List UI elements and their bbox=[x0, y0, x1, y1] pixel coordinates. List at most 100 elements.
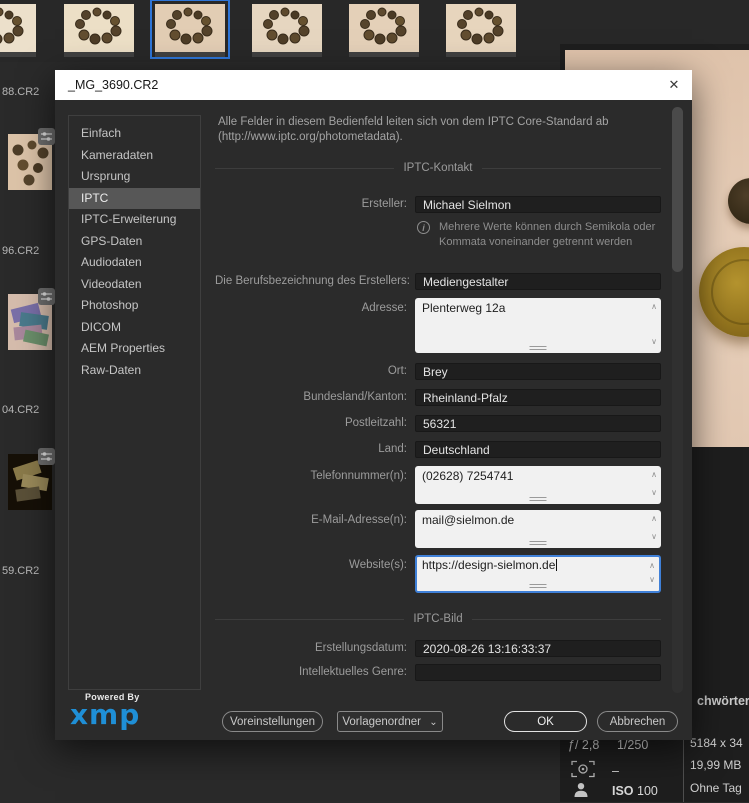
file-name: 96.CR2 bbox=[2, 245, 40, 257]
nav-item-iptc-erweiterung[interactable]: IPTC-Erweiterung bbox=[69, 209, 200, 231]
nav-item-aem-properties[interactable]: AEM Properties bbox=[69, 338, 200, 360]
ok-button[interactable]: OK bbox=[504, 711, 587, 732]
city-input[interactable] bbox=[415, 363, 661, 380]
dialog-titlebar: _MG_3690.CR2 ✕ bbox=[55, 70, 692, 100]
resize-grip[interactable] bbox=[529, 541, 547, 545]
metering-icon bbox=[571, 760, 595, 783]
city-label: Ort: bbox=[387, 365, 407, 377]
focus-value: – bbox=[612, 764, 619, 778]
xmp-logo: Powered By xmp bbox=[70, 692, 160, 731]
dialog-title: _MG_3690.CR2 bbox=[68, 78, 159, 92]
job-title-input[interactable] bbox=[415, 273, 661, 290]
country-input[interactable] bbox=[415, 441, 661, 458]
nav-item-raw-daten[interactable]: Raw-Daten bbox=[69, 360, 200, 382]
section-header-image: IPTC-Bild bbox=[215, 613, 661, 625]
nav-item-dicom[interactable]: DICOM bbox=[69, 317, 200, 339]
address-label: Adresse: bbox=[361, 302, 407, 314]
file-info-dialog: _MG_3690.CR2 ✕ Einfach Kameradaten Urspr… bbox=[55, 70, 692, 740]
nav-item-videodaten[interactable]: Videodaten bbox=[69, 274, 200, 296]
nav-item-iptc[interactable]: IPTC bbox=[69, 187, 200, 209]
file-size: 19,99 MB bbox=[690, 758, 742, 772]
section-title: IPTC-Bild bbox=[413, 613, 463, 625]
rail-thumbnail[interactable] bbox=[8, 128, 55, 190]
nav-item-audiodaten[interactable]: Audiodaten bbox=[69, 252, 200, 274]
postal-code-label: Postleitzahl: bbox=[344, 417, 407, 429]
filmstrip-thumbnail-selected[interactable] bbox=[150, 0, 230, 59]
shutter-value: 1/250 bbox=[617, 738, 649, 752]
scroll-up-icon[interactable]: ∧ bbox=[651, 512, 657, 526]
state-input[interactable] bbox=[415, 389, 661, 406]
tag-status: Ohne Tag bbox=[690, 781, 742, 795]
creation-date-input[interactable] bbox=[415, 640, 661, 657]
website-value: https://design-sielmon.de bbox=[422, 558, 556, 572]
email-textarea[interactable]: mail@sielmon.de ∧ ∨ bbox=[415, 510, 661, 548]
template-folder-label: Vorlagenordner bbox=[342, 715, 422, 728]
phone-value: (02628) 7254741 bbox=[422, 469, 514, 483]
address-textarea[interactable]: Plenterweg 12a ∧ ∨ bbox=[415, 298, 661, 353]
scroll-down-icon[interactable]: ∨ bbox=[651, 530, 657, 544]
close-icon[interactable]: ✕ bbox=[665, 76, 683, 94]
content-rail: 88.CR2 96.CR2 04.CR2 59.CR2 bbox=[0, 62, 56, 802]
rail-thumbnail[interactable] bbox=[8, 288, 55, 350]
nav-item-einfach[interactable]: Einfach bbox=[69, 123, 200, 145]
scrollbar-thumb[interactable] bbox=[672, 107, 683, 272]
filmstrip-thumbnail[interactable] bbox=[0, 4, 36, 57]
filmstrip-thumbnail[interactable] bbox=[349, 4, 419, 57]
file-name: 04.CR2 bbox=[2, 404, 40, 416]
resize-grip[interactable] bbox=[529, 346, 547, 350]
template-folder-dropdown[interactable]: Vorlagenordner ⌄ bbox=[337, 711, 443, 732]
nav-item-kameradaten[interactable]: Kameradaten bbox=[69, 145, 200, 167]
keywords-panel-header: chwörter bbox=[697, 694, 749, 708]
job-title-label: Die Berufsbezeichnung des Erstellers: bbox=[215, 275, 410, 287]
phone-label: Telefonnummer(n): bbox=[310, 470, 407, 482]
filmstrip-thumbnail[interactable] bbox=[252, 4, 322, 57]
scroll-up-icon[interactable]: ∧ bbox=[649, 559, 655, 573]
section-header-contact: IPTC-Kontakt bbox=[215, 162, 661, 174]
phone-textarea[interactable]: (02628) 7254741 ∧ ∨ bbox=[415, 466, 661, 504]
scroll-up-icon[interactable]: ∧ bbox=[651, 468, 657, 482]
chevron-down-icon: ⌄ bbox=[429, 716, 438, 728]
scroll-up-icon[interactable]: ∧ bbox=[651, 300, 657, 314]
resize-grip[interactable] bbox=[529, 584, 547, 588]
dark-coin bbox=[728, 178, 749, 224]
email-label: E-Mail-Adresse(n): bbox=[311, 514, 407, 526]
iso-label: ISO bbox=[612, 784, 634, 798]
creator-label: Ersteller: bbox=[361, 198, 407, 210]
multi-value-note: Mehrere Werte können durch Semikola oder… bbox=[439, 221, 656, 248]
filmstrip-thumbnail[interactable] bbox=[64, 4, 134, 57]
cancel-button[interactable]: Abbrechen bbox=[597, 711, 678, 732]
iso-value: 100 bbox=[637, 784, 658, 798]
website-textarea-focused[interactable]: https://design-sielmon.de ∧ ∨ bbox=[415, 555, 661, 593]
scroll-down-icon[interactable]: ∨ bbox=[651, 335, 657, 349]
dialog-scrollbar[interactable] bbox=[672, 107, 683, 693]
person-icon bbox=[573, 782, 589, 803]
genre-input[interactable] bbox=[415, 664, 661, 681]
develop-settings-badge-icon bbox=[38, 288, 55, 305]
text-caret bbox=[556, 559, 558, 571]
filmstrip-thumbnail[interactable] bbox=[446, 4, 516, 57]
develop-settings-badge-icon bbox=[38, 448, 55, 465]
section-title: IPTC-Kontakt bbox=[403, 162, 473, 174]
aperture-value: ƒ/ 2,8 bbox=[568, 738, 600, 752]
nav-item-photoshop[interactable]: Photoshop bbox=[69, 295, 200, 317]
metadata-category-list: Einfach Kameradaten Ursprung IPTC IPTC-E… bbox=[68, 115, 201, 690]
creator-input[interactable] bbox=[415, 196, 661, 213]
nav-item-ursprung[interactable]: Ursprung bbox=[69, 166, 200, 188]
nav-item-gps-daten[interactable]: GPS-Daten bbox=[69, 231, 200, 253]
genre-label: Intellektuelles Genre: bbox=[298, 666, 407, 678]
state-label: Bundesland/Kanton: bbox=[303, 391, 407, 403]
scroll-down-icon[interactable]: ∨ bbox=[651, 486, 657, 500]
scroll-down-icon[interactable]: ∨ bbox=[649, 573, 655, 587]
placard-divider bbox=[683, 736, 684, 802]
bridge-window: { "filmstrip": { "selected_index": 2, "t… bbox=[0, 0, 749, 802]
iso-readout: ISO 100 bbox=[612, 784, 658, 798]
file-name: 59.CR2 bbox=[2, 565, 40, 577]
website-label: Website(s): bbox=[349, 559, 407, 571]
resize-grip[interactable] bbox=[529, 497, 547, 501]
postal-code-input[interactable] bbox=[415, 415, 661, 432]
xmp-wordmark: xmp bbox=[70, 698, 141, 731]
rail-thumbnail[interactable] bbox=[8, 448, 55, 510]
email-value: mail@sielmon.de bbox=[422, 513, 515, 527]
country-label: Land: bbox=[378, 443, 407, 455]
presets-button[interactable]: Voreinstellungen bbox=[222, 711, 323, 732]
